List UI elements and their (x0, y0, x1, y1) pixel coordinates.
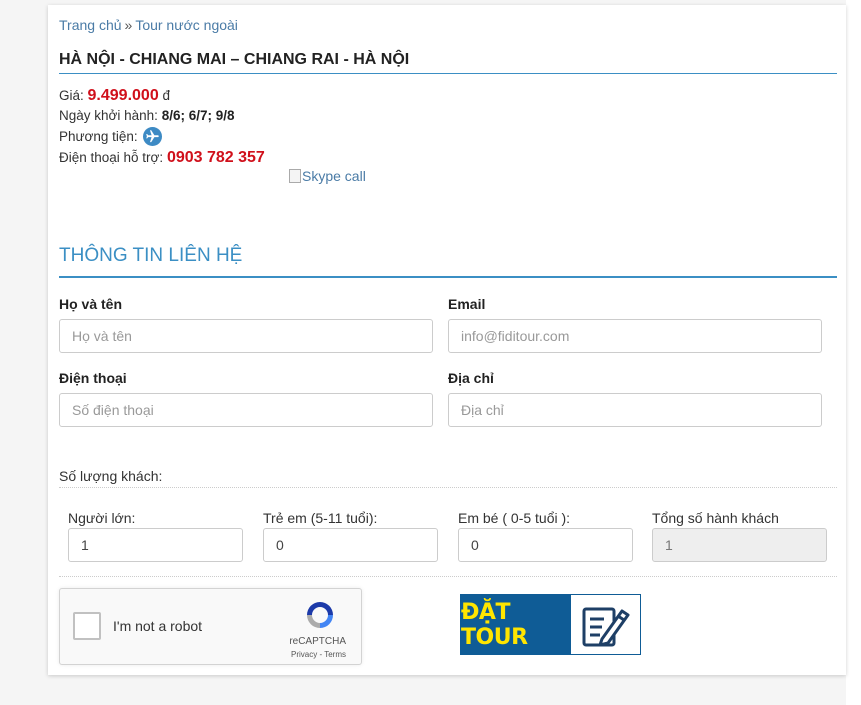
skype-call-alt-text: Skype call (302, 168, 366, 184)
transport-label: Phương tiện: (59, 129, 138, 144)
skype-call-link[interactable]: Skype call (289, 168, 366, 184)
recaptcha-logo-icon (304, 599, 336, 636)
support-phone-label: Điện thoại hỗ trợ: (59, 150, 164, 165)
infants-input[interactable]: 0 (458, 528, 633, 562)
total-guests-label: Tổng số hành khách (652, 510, 779, 526)
recaptcha-brand: reCAPTCHA (289, 636, 346, 647)
infants-label: Em bé ( 0-5 tuổi ): (458, 510, 571, 526)
phone-label: Điện thoại (59, 370, 127, 386)
guest-count-label: Số lượng khách: (59, 468, 163, 484)
departure-row: Ngày khởi hành: 8/6; 6/7; 9/8 (59, 108, 234, 123)
divider (59, 487, 837, 488)
support-phone-value[interactable]: 0903 782 357 (167, 149, 265, 166)
support-phone-row: Điện thoại hỗ trợ: 0903 782 357 (59, 149, 265, 167)
price-currency: đ (162, 88, 170, 103)
email-label: Email (448, 296, 486, 312)
transport-row: Phương tiện: (59, 127, 163, 146)
children-label: Trẻ em (5-11 tuổi): (263, 510, 378, 526)
tour-booking-card: Trang chủ» Tour nước ngoài HÀ NỘI - CHIAN… (48, 5, 846, 675)
adults-label: Người lớn: (68, 510, 136, 526)
email-input[interactable]: info@fiditour.com (448, 319, 822, 353)
airplane-icon (143, 127, 163, 146)
breadcrumb-home-link[interactable]: Trang chủ (59, 17, 122, 33)
phone-input[interactable]: Số điện thoại (59, 393, 433, 427)
children-input[interactable]: 0 (263, 528, 438, 562)
book-tour-button[interactable]: ĐẶT TOUR (460, 594, 641, 655)
address-input[interactable]: Địa chỉ (448, 393, 822, 427)
breadcrumb: Trang chủ» Tour nước ngoài (59, 17, 238, 33)
name-label: Họ và tên (59, 296, 123, 312)
departure-value: 8/6; 6/7; 9/8 (161, 108, 235, 123)
breadcrumb-separator: » (124, 17, 133, 33)
recaptcha-label: I'm not a robot (113, 618, 203, 634)
pencil-document-icon (571, 595, 640, 654)
address-label: Địa chỉ (448, 370, 494, 386)
adults-input[interactable]: 1 (68, 528, 243, 562)
divider (59, 576, 837, 577)
broken-image-icon (289, 169, 301, 183)
name-input[interactable]: Họ và tên (59, 319, 433, 353)
recaptcha-privacy-terms-links[interactable]: Privacy - Terms (60, 650, 356, 659)
contact-section-title: THÔNG TIN LIÊN HỆ (59, 245, 837, 278)
breadcrumb-current-link[interactable]: Tour nước ngoài (135, 17, 238, 33)
price-value: 9.499.000 (87, 87, 159, 104)
price-row: Giá: 9.499.000 đ (59, 87, 170, 105)
price-label: Giá: (59, 88, 84, 103)
departure-label: Ngày khởi hành: (59, 108, 158, 123)
book-tour-label: ĐẶT TOUR (461, 595, 571, 654)
tour-title: HÀ NỘI - CHIANG MAI – CHIANG RAI - HÀ NỘ… (59, 51, 837, 74)
total-guests-input: 1 (652, 528, 827, 562)
recaptcha-widget: I'm not a robot reCAPTCHA Privacy - Term… (59, 588, 362, 665)
page-scroll-gutter (846, 0, 861, 705)
